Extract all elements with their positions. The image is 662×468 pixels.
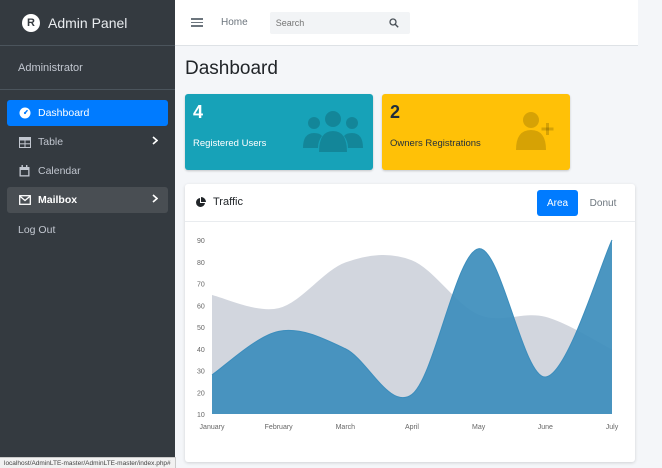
search-form — [269, 11, 410, 34]
tachometer-icon — [18, 107, 31, 120]
x-tick-label: February — [265, 424, 294, 431]
users-icon — [303, 108, 363, 157]
sidebar-item-logout[interactable]: Log Out — [7, 217, 168, 243]
page-title: Dashboard — [185, 58, 278, 79]
sidebar-item-label: Log Out — [18, 224, 56, 236]
right-margin — [638, 0, 662, 468]
traffic-title: Traffic — [213, 196, 243, 208]
card-title: Traffic — [195, 196, 243, 208]
content-wrapper: Dashboard 4 Registered Users 2 Owners Re… — [175, 46, 638, 468]
x-tick-label: March — [336, 424, 356, 431]
stat-value: 4 — [193, 102, 204, 122]
y-tick-label: 10 — [197, 412, 205, 419]
brand-title: Admin Panel — [48, 14, 128, 31]
stat-box-registered-users[interactable]: 4 Registered Users — [185, 94, 373, 170]
stat-label: Registered Users — [193, 138, 267, 149]
envelope-icon — [18, 194, 31, 207]
user-plus-icon — [516, 110, 556, 155]
stat-value: 2 — [390, 102, 401, 122]
stat-box-owner-registrations[interactable]: 2 Owners Registrations — [382, 94, 570, 170]
brand-link[interactable]: R Admin Panel — [0, 0, 175, 46]
status-bar-url: localhost/AdminLTE-master/AdminLTE-maste… — [0, 457, 176, 468]
traffic-card: Traffic Area Donut 10 20 30 40 50 60 70 80 90 Jan… — [185, 184, 635, 462]
search-icon[interactable] — [382, 12, 406, 34]
menu-toggle-icon[interactable] — [191, 18, 203, 27]
y-tick-label: 80 — [197, 260, 205, 267]
sidebar-item-label: Table — [38, 136, 64, 148]
y-tick-label: 20 — [197, 390, 205, 397]
search-input[interactable] — [269, 17, 382, 28]
chevron-right-icon — [152, 194, 159, 206]
y-tick-label: 70 — [197, 282, 205, 289]
x-tick-label: June — [538, 424, 553, 431]
y-tick-label: 50 — [197, 325, 205, 332]
x-tick-label: July — [606, 424, 619, 431]
stat-label: Owners Registrations — [390, 138, 481, 149]
tab-area[interactable]: Area — [537, 190, 578, 216]
x-tick-label: May — [472, 424, 486, 431]
sidebar-item-dashboard[interactable]: Dashboard — [7, 100, 168, 126]
y-tick-label: 30 — [197, 369, 205, 376]
card-header: Traffic Area Donut — [185, 184, 635, 222]
tab-donut[interactable]: Donut — [583, 190, 623, 216]
calendar-icon — [18, 165, 31, 178]
traffic-area-chart: 10 20 30 40 50 60 70 80 90 January February March Ap… — [197, 238, 619, 431]
x-tick-label: April — [405, 424, 419, 431]
user-name[interactable]: Administrator — [18, 62, 83, 74]
user-panel[interactable]: Administrator — [0, 46, 175, 90]
brand-logo: R — [22, 13, 40, 32]
y-tick-label: 60 — [197, 303, 205, 310]
chevron-right-icon — [152, 136, 159, 148]
sidebar-item-mailbox[interactable]: Mailbox — [7, 187, 168, 213]
sidebar-item-table[interactable]: Table — [7, 129, 168, 155]
sidebar-nav: Dashboard Table Calendar Mailbox Log Out — [0, 90, 175, 243]
y-tick-label: 90 — [197, 238, 205, 245]
table-icon — [18, 136, 31, 149]
sidebar-item-calendar[interactable]: Calendar — [7, 158, 168, 184]
sidebar-item-label: Dashboard — [38, 107, 90, 119]
sidebar-item-label: Calendar — [38, 165, 81, 177]
top-navbar: Home — [175, 0, 638, 46]
chart-pie-icon — [195, 196, 206, 208]
x-tick-label: January — [200, 424, 225, 431]
sidebar: R Admin Panel Administrator Dashboard Ta… — [0, 0, 175, 468]
y-tick-label: 40 — [197, 347, 205, 354]
sidebar-item-label: Mailbox — [38, 194, 78, 206]
home-link[interactable]: Home — [221, 17, 248, 28]
